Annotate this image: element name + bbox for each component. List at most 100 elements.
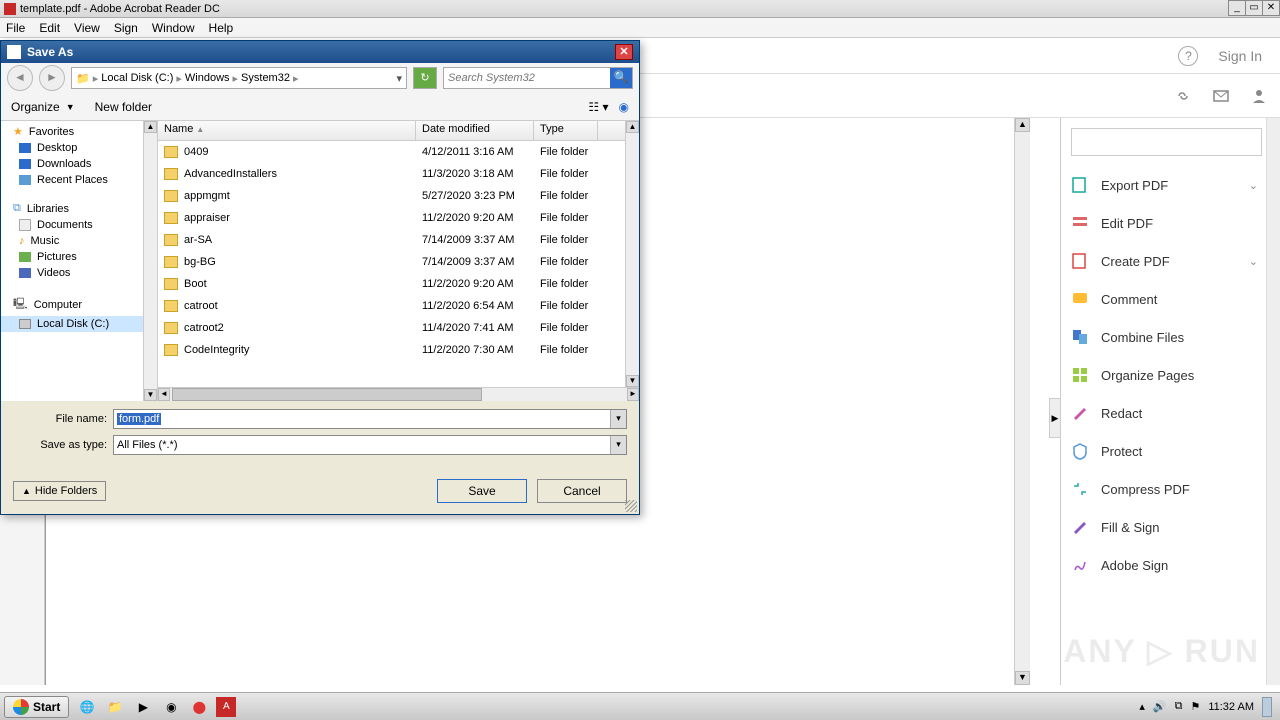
dialog-search[interactable]: 🔍: [443, 67, 633, 89]
show-desktop-button[interactable]: [1262, 697, 1272, 717]
table-row[interactable]: catroot11/2/2020 6:54 AMFile folder: [158, 295, 639, 317]
menu-help[interactable]: Help: [209, 21, 234, 35]
taskbar-ie-icon[interactable]: 🌐: [76, 697, 98, 717]
help-icon[interactable]: ?: [1178, 46, 1198, 66]
library-icon: ⧉: [13, 202, 21, 215]
save-button[interactable]: Save: [437, 479, 527, 503]
table-row[interactable]: catroot211/4/2020 7:41 AMFile folder: [158, 317, 639, 339]
view-mode-button[interactable]: ☷ ▾: [588, 100, 608, 114]
sidebar-desktop[interactable]: Desktop: [1, 140, 157, 156]
tool-comment[interactable]: Comment: [1061, 280, 1280, 318]
chevron-down-icon: ⌄: [1249, 179, 1258, 192]
dropdown-icon[interactable]: ▾: [610, 436, 626, 454]
sidebar-documents[interactable]: Documents: [1, 217, 157, 233]
tray-clock[interactable]: 11:32 AM: [1208, 701, 1254, 713]
search-input[interactable]: [444, 72, 610, 84]
favorites-group[interactable]: ★Favorites: [1, 121, 157, 140]
filename-label: File name:: [13, 413, 113, 425]
tool-compress-pdf[interactable]: Compress PDF: [1061, 470, 1280, 508]
sign-in-link[interactable]: Sign In: [1218, 48, 1262, 64]
table-row[interactable]: Boot11/2/2020 9:20 AMFile folder: [158, 273, 639, 295]
tray-expand-icon[interactable]: ▴: [1139, 700, 1145, 713]
folder-icon: [164, 146, 178, 158]
tray-volume-icon[interactable]: 🔊: [1153, 700, 1167, 713]
table-row[interactable]: appmgmt5/27/2020 3:23 PMFile folder: [158, 185, 639, 207]
close-button[interactable]: ✕: [1262, 0, 1280, 16]
taskbar-media-icon[interactable]: ▶: [132, 697, 154, 717]
forward-button[interactable]: ►: [39, 65, 65, 91]
taskbar-explorer-icon[interactable]: 📁: [104, 697, 126, 717]
computer-group[interactable]: 🖳Computer: [1, 291, 157, 316]
collapse-panel-icon[interactable]: ▶: [1049, 398, 1061, 438]
col-type[interactable]: Type: [534, 121, 598, 140]
search-icon[interactable]: 🔍: [610, 68, 632, 88]
tool-combine-files[interactable]: Combine Files: [1061, 318, 1280, 356]
col-name[interactable]: Name ▲: [158, 121, 416, 140]
right-panel-scrollbar[interactable]: [1266, 118, 1280, 685]
table-row[interactable]: bg-BG7/14/2009 3:37 AMFile folder: [158, 251, 639, 273]
filelist-vscrollbar[interactable]: ▲▼: [625, 121, 639, 387]
breadcrumb[interactable]: 📁 ▸ Local Disk (C:)▸ Windows▸ System32▸ …: [71, 67, 407, 89]
resize-grip[interactable]: [625, 500, 637, 512]
refresh-button[interactable]: ↻: [413, 67, 437, 89]
menu-sign[interactable]: Sign: [114, 21, 138, 35]
col-date[interactable]: Date modified: [416, 121, 534, 140]
libraries-group[interactable]: ⧉Libraries: [1, 198, 157, 217]
table-row[interactable]: AdvancedInstallers11/3/2020 3:18 AMFile …: [158, 163, 639, 185]
filename-input[interactable]: form.pdf▾: [113, 409, 627, 429]
crumb-dropdown-icon[interactable]: ▾: [396, 72, 402, 85]
sidebar-downloads[interactable]: Downloads: [1, 156, 157, 172]
tool-create-pdf[interactable]: Create PDF⌄: [1061, 242, 1280, 280]
tool-redact[interactable]: Redact: [1061, 394, 1280, 432]
sidebar-recent-places[interactable]: Recent Places: [1, 172, 157, 188]
sidebar-pictures[interactable]: Pictures: [1, 249, 157, 265]
navpane-scrollbar[interactable]: ▲▼: [143, 121, 157, 401]
windows-orb-icon: [13, 699, 29, 715]
taskbar-chrome-icon[interactable]: ◉: [160, 697, 182, 717]
user-icon[interactable]: [1248, 85, 1270, 107]
table-row[interactable]: appraiser11/2/2020 9:20 AMFile folder: [158, 207, 639, 229]
sidebar-music[interactable]: ♪Music: [1, 233, 157, 249]
scroll-up-icon[interactable]: ▲: [1015, 118, 1030, 132]
new-folder-button[interactable]: New folder: [95, 100, 152, 114]
tool-export-pdf[interactable]: Export PDF⌄: [1061, 166, 1280, 204]
tool-organize-pages[interactable]: Organize Pages: [1061, 356, 1280, 394]
sidebar-local-disk[interactable]: Local Disk (C:): [1, 316, 157, 332]
maximize-button[interactable]: ▭: [1245, 0, 1263, 16]
dropdown-icon[interactable]: ▾: [610, 410, 626, 428]
link-icon[interactable]: [1172, 85, 1194, 107]
filelist-hscrollbar[interactable]: ◄►: [158, 387, 639, 401]
table-row[interactable]: CodeIntegrity11/2/2020 7:30 AMFile folde…: [158, 339, 639, 361]
tray-flag-icon[interactable]: ⚑: [1190, 700, 1200, 713]
tool-edit-pdf[interactable]: Edit PDF: [1061, 204, 1280, 242]
mail-icon[interactable]: [1210, 85, 1232, 107]
doc-vscrollbar[interactable]: ▲ ▼: [1014, 118, 1030, 685]
dialog-close-button[interactable]: ✕: [615, 44, 633, 60]
menu-window[interactable]: Window: [152, 21, 195, 35]
right-panel-search[interactable]: [1071, 128, 1262, 156]
folder-icon: [164, 322, 178, 334]
dialog-help-icon[interactable]: ◉: [619, 100, 629, 114]
cancel-button[interactable]: Cancel: [537, 479, 627, 503]
tool-protect[interactable]: Protect: [1061, 432, 1280, 470]
table-row[interactable]: ar-SA7/14/2009 3:37 AMFile folder: [158, 229, 639, 251]
table-row[interactable]: 04094/12/2011 3:16 AMFile folder: [158, 141, 639, 163]
tool-fill-sign[interactable]: Fill & Sign: [1061, 508, 1280, 546]
chevron-down-icon: ⌄: [1249, 255, 1258, 268]
menu-file[interactable]: File: [6, 21, 25, 35]
scroll-down-icon[interactable]: ▼: [1015, 671, 1030, 685]
menu-edit[interactable]: Edit: [39, 21, 60, 35]
hide-folders-button[interactable]: ▲Hide Folders: [13, 481, 106, 501]
tray-network-icon[interactable]: ⧉: [1175, 700, 1183, 713]
menu-view[interactable]: View: [74, 21, 100, 35]
taskbar-opera-icon[interactable]: ⬤: [188, 697, 210, 717]
start-button[interactable]: Start: [4, 696, 69, 718]
back-button[interactable]: ◄: [7, 65, 33, 91]
saveastype-select[interactable]: All Files (*.*)▾: [113, 435, 627, 455]
tool-adobe-sign[interactable]: Adobe Sign: [1061, 546, 1280, 584]
organize-button[interactable]: Organize▼: [11, 100, 75, 114]
minimize-button[interactable]: _: [1228, 0, 1246, 16]
folder-icon: [164, 256, 178, 268]
taskbar-acrobat-icon[interactable]: A: [216, 697, 236, 717]
sidebar-videos[interactable]: Videos: [1, 265, 157, 281]
